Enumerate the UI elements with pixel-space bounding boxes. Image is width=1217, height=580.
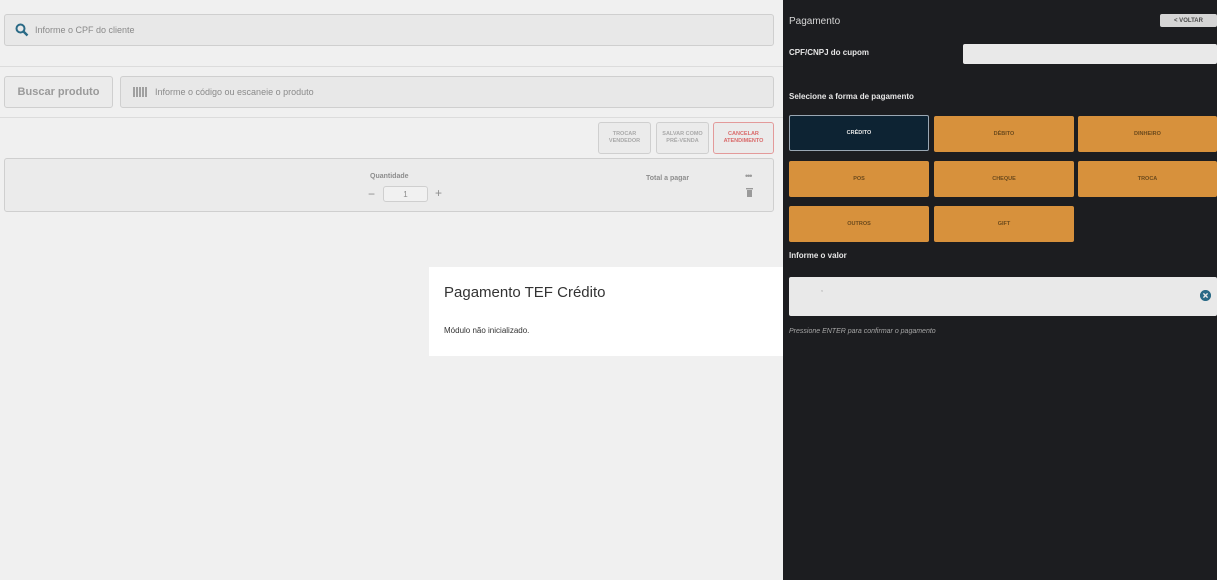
method-debito-button[interactable]: DÉBITO [934,116,1074,152]
dialog-title: Pagamento TEF Crédito [444,284,606,301]
value-text: , [821,286,823,293]
panel-title: Pagamento [789,16,841,27]
cart-item-row: Quantidade − 1 + Total a pagar ••• [4,158,774,212]
quantity-increment-button[interactable]: + [435,186,442,200]
customer-cpf-placeholder: Informe o CPF do cliente [35,25,135,35]
payment-method-label: Selecione a forma de pagamento [789,92,914,101]
method-dinheiro-button[interactable]: DINHEIRO [1078,116,1217,152]
divider [0,117,783,118]
change-seller-button[interactable]: TROCAR VENDEDOR [598,122,651,154]
method-cheque-button[interactable]: CHEQUE [934,161,1074,197]
value-input[interactable]: , [789,277,1217,316]
quantity-field[interactable]: 1 [383,186,428,202]
search-product-button[interactable]: Buscar produto [4,76,113,108]
cancel-service-button[interactable]: CANCELAR ATENDIMENTO [713,122,774,154]
receipt-cpf-label: CPF/CNPJ do cupom [789,48,870,57]
clear-icon[interactable] [1200,290,1211,301]
more-options-icon[interactable]: ••• [745,171,753,181]
method-outros-button[interactable]: OUTROS [789,206,929,242]
customer-cpf-input[interactable]: Informe o CPF do cliente [4,14,774,46]
barcode-icon [133,87,147,97]
payment-panel: Pagamento < VOLTAR CPF/CNPJ do cupom Sel… [783,0,1217,580]
dialog-message: Módulo não inicializado. [444,326,530,335]
total-label: Total a pagar [646,175,690,182]
save-presale-button[interactable]: SALVAR COMO PRÉ-VENDA [656,122,709,154]
search-icon [15,23,29,37]
method-pos-button[interactable]: POS [789,161,929,197]
product-code-placeholder: Informe o código ou escaneie o produto [155,87,314,97]
tef-payment-dialog: Pagamento TEF Crédito Módulo não inicial… [429,267,783,356]
value-label: Informe o valor [789,251,847,260]
divider [0,66,783,67]
method-credito-button[interactable]: CRÉDITO [789,115,929,151]
quantity-decrement-button[interactable]: − [368,187,375,201]
confirm-hint: Pressione ENTER para confirmar o pagamen… [789,328,936,335]
quantity-label: Quantidade [370,173,409,180]
back-button[interactable]: < VOLTAR [1160,14,1217,27]
method-gift-button[interactable]: GIFT [934,206,1074,242]
receipt-cpf-input[interactable] [963,44,1217,64]
method-troca-button[interactable]: TROCA [1078,161,1217,197]
product-code-input[interactable]: Informe o código ou escaneie o produto [120,76,774,108]
trash-icon[interactable] [746,188,753,197]
